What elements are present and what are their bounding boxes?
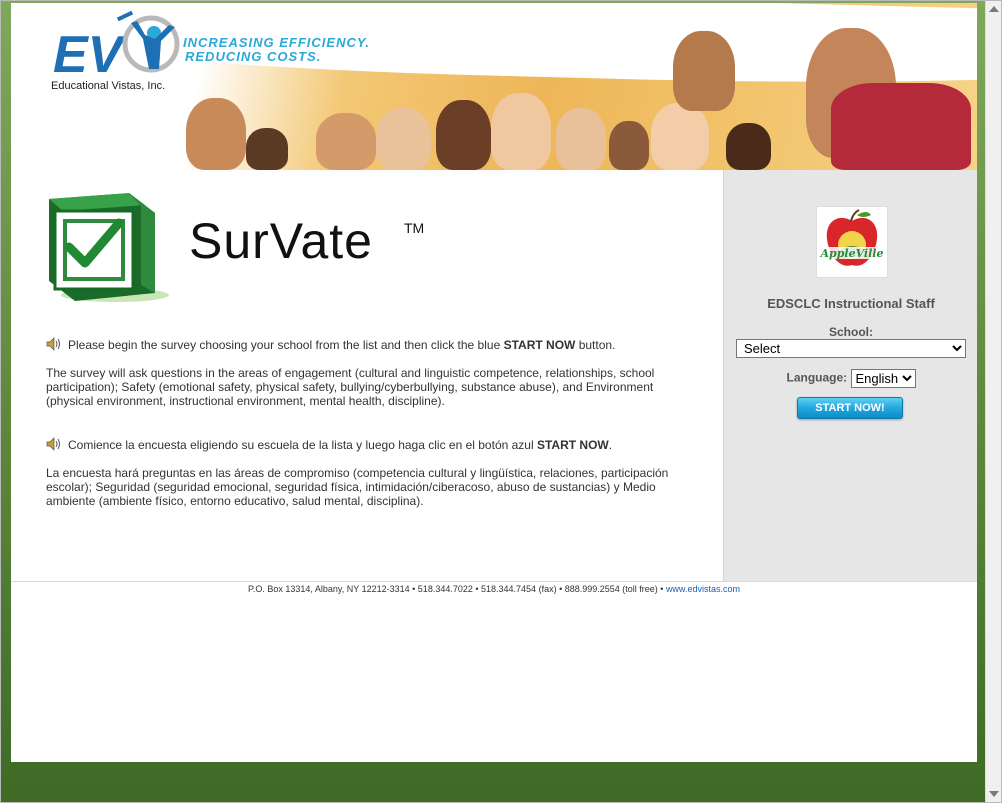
language-label: Language: xyxy=(786,370,848,385)
photo-child xyxy=(831,83,971,170)
english-instruction-end: button. xyxy=(575,338,616,352)
header-banner: EV Educational Vistas, Inc. INCREASING E… xyxy=(11,3,977,170)
language-row: Language: English xyxy=(724,369,977,388)
school-logo: AppleVille xyxy=(816,206,888,278)
language-select[interactable]: English xyxy=(850,369,916,388)
english-instruction: Please begin the survey choosing your sc… xyxy=(46,337,686,352)
photo-child xyxy=(491,93,551,170)
photo-child xyxy=(316,113,376,170)
product-trademark: TM xyxy=(404,220,425,236)
start-now-button[interactable]: START NOW! xyxy=(797,397,903,419)
page-container: EV Educational Vistas, Inc. INCREASING E… xyxy=(11,3,977,762)
spanish-instruction: Comience la encuesta eligiendo su escuel… xyxy=(46,437,686,452)
photo-child xyxy=(556,108,606,170)
footer: P.O. Box 13314, Albany, NY 12212-3314 • … xyxy=(11,584,977,594)
photo-child xyxy=(246,128,288,170)
vertical-scrollbar[interactable] xyxy=(985,0,1002,803)
photo-child xyxy=(186,98,246,170)
spanish-instruction-emphasis: START NOW xyxy=(536,438,609,452)
scroll-down-arrow-icon[interactable] xyxy=(989,791,999,797)
spanish-description: La encuesta hará preguntas en las áreas … xyxy=(46,466,669,508)
company-tagline: INCREASING EFFICIENCY. REDUCING COSTS. xyxy=(183,36,370,64)
photo-child xyxy=(609,121,649,170)
footer-divider xyxy=(11,581,977,582)
product-name: SurVate xyxy=(189,213,373,269)
footer-contact: P.O. Box 13314, Albany, NY 12212-3314 • … xyxy=(248,584,666,594)
survate-checkbox-icon xyxy=(49,193,169,302)
staff-group-title: EDSCLC Instructional Staff xyxy=(767,296,935,311)
tagline-line-1: INCREASING EFFICIENCY. xyxy=(183,35,370,50)
photo-child xyxy=(436,100,491,170)
school-select[interactable]: Select xyxy=(736,339,966,358)
speaker-icon[interactable] xyxy=(46,437,62,451)
tagline-line-2: REDUCING COSTS. xyxy=(185,49,322,64)
photo-child xyxy=(651,103,709,170)
photo-child xyxy=(726,123,771,170)
school-logo-text: AppleVille xyxy=(820,247,884,260)
english-instruction-emphasis: START NOW xyxy=(503,338,576,352)
spanish-instruction-end: . xyxy=(608,438,613,452)
svg-text:EV: EV xyxy=(53,26,127,84)
scroll-up-arrow-icon[interactable] xyxy=(989,6,999,12)
footer-website-link[interactable]: www.edvistas.com xyxy=(666,584,740,594)
speaker-icon[interactable] xyxy=(46,337,62,351)
company-name: Educational Vistas, Inc. xyxy=(51,80,166,92)
english-instruction-text: Please begin the survey choosing your sc… xyxy=(68,338,504,352)
main-content: SurVate TM Please begin the survey choos… xyxy=(11,170,723,581)
login-sidebar: AppleVille EDSCLC Instructional Staff Sc… xyxy=(723,170,977,581)
spanish-instruction-text: Comience la encuesta eligiendo su escuel… xyxy=(68,438,537,452)
english-description: The survey will ask questions in the are… xyxy=(46,366,655,408)
photo-child xyxy=(376,108,431,170)
photo-child xyxy=(673,31,735,111)
school-label: School: xyxy=(829,325,873,339)
